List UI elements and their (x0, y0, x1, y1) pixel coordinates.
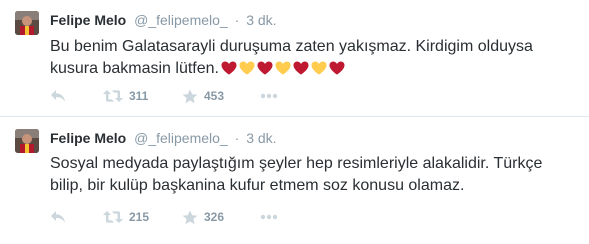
tweet-text: Sosyal medyada paylaştığım şeyler hep re… (50, 153, 570, 197)
red-heart-emoji-icon (221, 61, 237, 75)
red-heart-emoji-icon (329, 61, 345, 75)
retweet-button[interactable]: 215 (103, 209, 149, 225)
timestamp-link[interactable]: 3 dk. (246, 130, 276, 146)
more-dots-icon (260, 93, 278, 99)
emoji-group (221, 60, 347, 82)
tweet-text-line: bilip, bir kulüp başkanina kufur etmem s… (50, 177, 465, 194)
tweet-actions: 215 326 (50, 209, 350, 225)
tweet-header: Felipe Melo @_felipemelo_ · 3 dk. (50, 11, 277, 29)
favorite-count: 453 (204, 89, 225, 103)
tweet-text: Bu benim Galatasarayli duruşuma zaten ya… (50, 36, 570, 82)
author-handle[interactable]: @_felipemelo_ (134, 130, 228, 146)
red-heart-emoji-icon (257, 61, 273, 75)
retweet-icon (103, 90, 123, 102)
timeline: Felipe Melo @_felipemelo_ · 3 dk. Bu ben… (0, 0, 589, 244)
reply-button[interactable] (50, 209, 66, 225)
tweet[interactable]: Felipe Melo @_felipemelo_ · 3 dk. Bu ben… (0, 0, 589, 116)
favorite-button[interactable]: 326 (182, 209, 224, 225)
separator: · (234, 12, 240, 28)
reply-button[interactable] (50, 88, 66, 104)
tweet-text-line: kusura bakmasin lütfen. (50, 60, 219, 77)
avatar[interactable] (15, 129, 39, 153)
favorite-count: 326 (204, 210, 225, 224)
tweet-text-line: Bu benim Galatasarayli duruşuma zaten ya… (50, 38, 533, 55)
retweet-count: 215 (129, 210, 150, 224)
more-dots-icon (260, 214, 278, 220)
retweet-icon (103, 211, 123, 223)
star-icon (182, 89, 198, 103)
timestamp-link[interactable]: 3 dk. (246, 12, 276, 28)
tweet-text-line: Sosyal medyada paylaştığım şeyler hep re… (50, 155, 543, 172)
more-button[interactable] (260, 88, 278, 104)
yellow-heart-emoji-icon (239, 61, 255, 75)
tweet[interactable]: Felipe Melo @_felipemelo_ · 3 dk. Sosyal… (0, 117, 589, 244)
yellow-heart-emoji-icon (311, 61, 327, 75)
avatar[interactable] (15, 11, 39, 35)
reply-icon (51, 211, 65, 223)
red-heart-emoji-icon (293, 61, 309, 75)
retweet-count: 311 (129, 89, 149, 103)
favorite-button[interactable]: 453 (182, 88, 224, 104)
yellow-heart-emoji-icon (275, 61, 291, 75)
author-handle[interactable]: @_felipemelo_ (134, 12, 228, 28)
separator: · (234, 130, 240, 146)
star-icon (182, 210, 198, 224)
more-button[interactable] (260, 209, 278, 225)
author-name[interactable]: Felipe Melo (50, 12, 126, 28)
tweet-header: Felipe Melo @_felipemelo_ · 3 dk. (50, 129, 277, 147)
tweet-text-line-with-emoji: kusura bakmasin lütfen. (50, 58, 570, 82)
reply-icon (51, 90, 65, 102)
tweet-actions: 311 453 (50, 88, 350, 104)
author-name[interactable]: Felipe Melo (50, 130, 126, 146)
retweet-button[interactable]: 311 (103, 88, 148, 104)
